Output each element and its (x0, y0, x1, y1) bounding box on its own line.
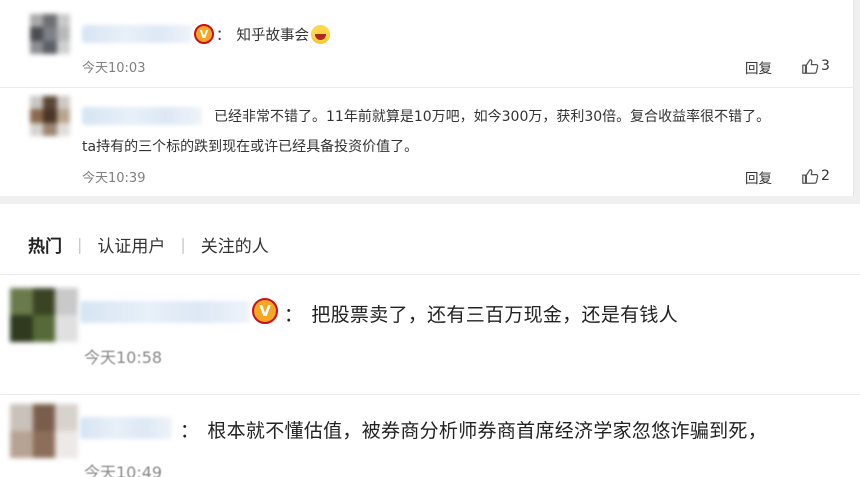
tab-divider: | (180, 235, 186, 254)
comment-time: 今天10:49 (84, 463, 163, 477)
comment-body: 根本就不懂估值，被券商分析师券商首席经济学家忽悠诈骗到死， (207, 420, 768, 442)
reply-button[interactable]: 回复 (745, 167, 772, 187)
comment-time: 今天10:03 (82, 61, 146, 76)
comment-item: V ： 知乎故事会 今天10:03 回复 3 (0, 0, 854, 88)
comment-body: 知乎故事会 (236, 28, 310, 44)
avatar[interactable] (10, 404, 78, 458)
divider (0, 274, 860, 275)
divider (0, 394, 860, 395)
reply-button[interactable]: 回复 (745, 57, 772, 77)
comment-separator: ： (180, 420, 200, 442)
comment-separator: ： (284, 304, 304, 326)
tab-following[interactable]: 关注的人 (201, 232, 269, 257)
comment-card-upper: V ： 知乎故事会 今天10:03 回复 3 已经非常不错了。11年前就算是10万… (0, 0, 854, 196)
comment-time: 今天10:58 (84, 348, 163, 367)
thumbs-up-icon (802, 169, 819, 184)
comment-body-line1: 已经非常不错了。11年前就算是10万吧，如今300万，获利30倍。复合收益率很不… (214, 109, 771, 125)
laughing-emoji-icon (311, 25, 330, 44)
avatar[interactable] (30, 14, 70, 54)
comment-card-hot: 热门 | 认证用户 | 关注的人 V ：把股票卖了，还有三百万现金，还是有钱人 … (0, 204, 860, 477)
username-blurred[interactable] (82, 25, 192, 43)
thumbs-up-icon (802, 59, 819, 74)
comment-body: 把股票卖了，还有三百万现金，还是有钱人 (311, 304, 679, 326)
avatar[interactable] (10, 288, 78, 342)
comment-text: ： 根本就不懂估值，被券商分析师券商首席经济学家忽悠诈骗到死， (180, 416, 767, 443)
comment-body-line2: ta持有的三个标的跌到现在或许已经具备投资价值了。 (82, 139, 419, 155)
username-blurred[interactable] (80, 301, 250, 323)
verified-v-badge-icon: V (252, 298, 278, 324)
like-count: 2 (821, 168, 830, 184)
verified-v-badge-icon: V (194, 24, 214, 44)
tab-verified-users[interactable]: 认证用户 (97, 232, 165, 257)
username-blurred[interactable] (82, 107, 202, 125)
tab-hot[interactable]: 热门 (28, 232, 62, 257)
comment-filter-tabs: 热门 | 认证用户 | 关注的人 (28, 232, 269, 257)
like-count: 3 (821, 58, 830, 74)
comment-text: ： 把股票卖了，还有三百万现金，还是有钱人 (284, 300, 678, 327)
comment-separator: ： (216, 28, 231, 44)
tab-divider: | (77, 235, 83, 254)
comment-time: 今天10:39 (82, 171, 146, 186)
avatar[interactable] (30, 96, 70, 136)
comment-text: ： 知乎故事会 (216, 24, 330, 45)
like-button[interactable]: 2 (801, 167, 830, 185)
username-blurred[interactable] (80, 417, 172, 439)
like-button[interactable]: 3 (801, 57, 830, 75)
comment-item: 已经非常不错了。11年前就算是10万吧，如今300万，获利30倍。复合收益率很不… (0, 88, 854, 196)
